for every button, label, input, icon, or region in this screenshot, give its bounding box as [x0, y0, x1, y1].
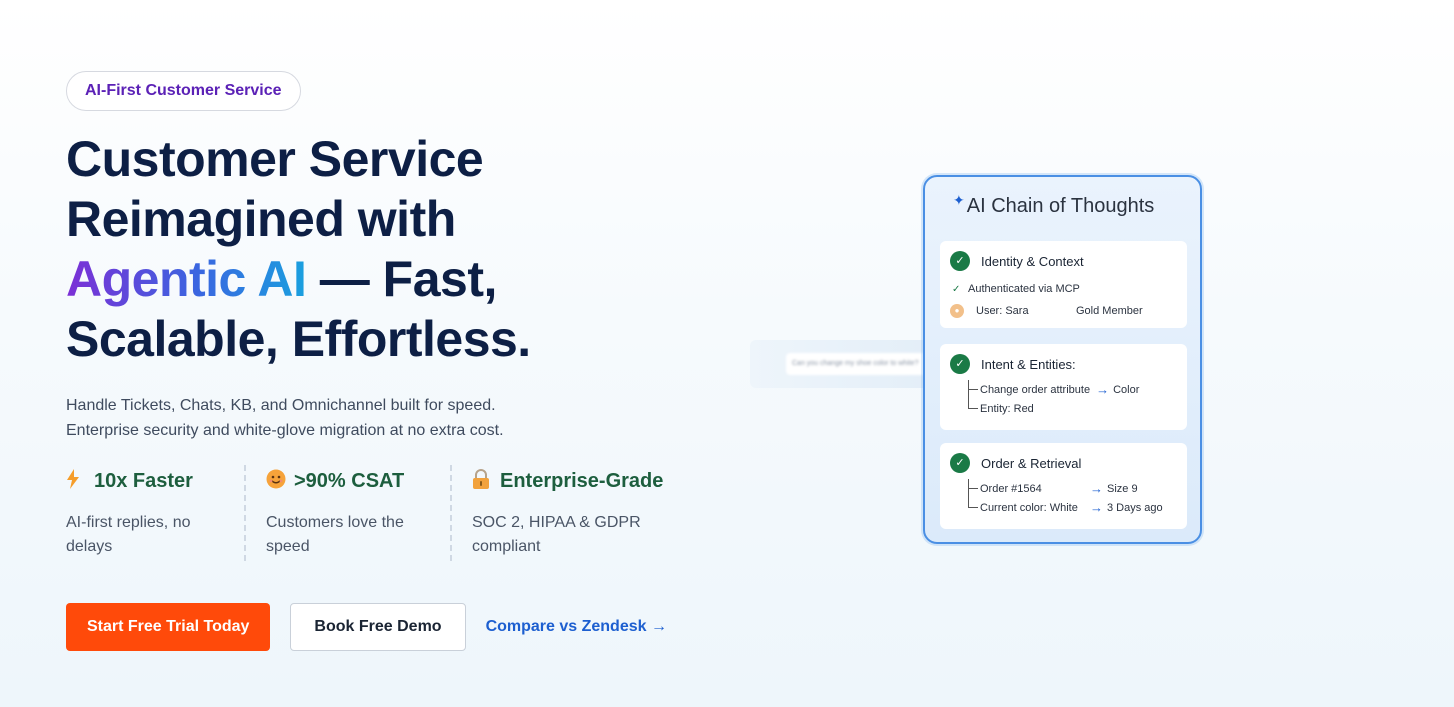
- user-tier: Gold Member: [1076, 305, 1143, 317]
- arrow-right-icon: →: [1096, 382, 1110, 397]
- headline-line-2: Reimagined with: [66, 191, 456, 247]
- section-title: Intent & Entities:: [981, 356, 1076, 372]
- headline-line-3: — Fast,: [306, 251, 498, 307]
- hero-headline: Customer Service Reimagined with Agentic…: [66, 129, 706, 369]
- subtitle-line-2: Enterprise security and white-glove migr…: [66, 422, 504, 439]
- headline-line-1: Customer Service: [66, 131, 484, 187]
- stat-title: Enterprise-Grade: [500, 469, 664, 492]
- check-circle-icon: ✓: [950, 453, 970, 473]
- section-title: Identity & Context: [981, 253, 1084, 269]
- chat-preview: Can you change my shoe color to white?: [750, 340, 946, 388]
- intent-section: ✓ Intent & Entities: Change order attrib…: [940, 344, 1187, 430]
- stat-csat: >90% CSAT Customers love the speed: [244, 465, 450, 561]
- stat-title: 10x Faster: [94, 469, 193, 492]
- smile-icon: [266, 469, 294, 494]
- stat-title: >90% CSAT: [294, 469, 405, 492]
- lock-icon: [472, 468, 500, 494]
- intent-row: Change order attribute → Color: [968, 380, 1177, 399]
- start-free-trial-button[interactable]: Start Free Trial Today: [66, 603, 271, 651]
- headline-gradient-text: Agentic AI: [66, 251, 307, 307]
- current-color: Current color: White: [980, 501, 1078, 514]
- subtitle-line-1: Handle Tickets, Chats, KB, and Omnichann…: [66, 397, 496, 414]
- card-title: ✦ AI Chain of Thoughts: [953, 192, 1155, 218]
- intent-value: Color: [1113, 383, 1140, 396]
- user-name: User: Sara: [976, 305, 1029, 317]
- cta-row: Start Free Trial Today Book Free Demo Co…: [66, 603, 706, 651]
- hero-subtitle: Handle Tickets, Chats, KB, and Omnichann…: [66, 393, 586, 443]
- order-size: Size 9: [1107, 482, 1138, 495]
- chat-message-bubble: Can you change my shoe color to white?: [786, 353, 946, 375]
- lightning-icon: [66, 468, 94, 494]
- order-number: Order #1564: [980, 482, 1042, 495]
- stat-speed: 10x Faster AI-first replies, no delays: [66, 465, 244, 561]
- intent-tree: Change order attribute → Color Entity: R…: [950, 380, 1177, 418]
- auth-text: Authenticated via MCP: [968, 283, 1080, 295]
- entity-text: Entity: Red: [980, 402, 1034, 415]
- stat-description: Customers love the speed: [266, 514, 404, 555]
- order-age: 3 Days ago: [1107, 501, 1163, 514]
- entity-row: Entity: Red: [968, 399, 1177, 418]
- stat-security: Enterprise-Grade SOC 2, HIPAA & GDPR com…: [450, 465, 690, 561]
- stat-description: SOC 2, HIPAA & GDPR compliant: [472, 514, 641, 555]
- order-row: Order #1564 → Size 9: [968, 479, 1177, 498]
- stats-row: 10x Faster AI-first replies, no delays >…: [66, 465, 706, 561]
- headline-line-4: Scalable, Effortless.: [66, 311, 531, 367]
- book-free-demo-button[interactable]: Book Free Demo: [290, 603, 466, 651]
- hero-badge: AI-First Customer Service: [66, 71, 301, 111]
- arrow-right-icon: →: [1090, 481, 1103, 496]
- check-icon: ✓: [952, 283, 961, 295]
- stat-description: AI-first replies, no delays: [66, 514, 191, 555]
- arrow-right-icon: →: [1090, 500, 1103, 515]
- user-row: ● User: Sara Gold Member: [950, 300, 1177, 322]
- hero-section: AI-First Customer Service Customer Servi…: [66, 71, 706, 651]
- user-avatar-icon: ●: [950, 304, 964, 318]
- sparkle-icon: ✦: [953, 192, 965, 208]
- check-circle-icon: ✓: [950, 251, 970, 271]
- check-circle-icon: ✓: [950, 354, 970, 374]
- intent-attribute: Change order attribute: [980, 383, 1091, 396]
- compare-zendesk-link[interactable]: Compare vs Zendesk →: [486, 618, 667, 636]
- auth-row: ✓ Authenticated via MCP: [950, 278, 1177, 300]
- card-title-text: AI Chain of Thoughts: [966, 195, 1155, 217]
- identity-section: ✓ Identity & Context ✓ Authenticated via…: [940, 241, 1187, 328]
- order-section: ✓ Order & Retrieval Order #1564 → Size 9…: [940, 443, 1187, 529]
- color-row: Current color: White → 3 Days ago: [968, 498, 1177, 517]
- order-tree: Order #1564 → Size 9 Current color: Whit…: [950, 479, 1177, 517]
- ai-chain-of-thoughts-card: ✦ AI Chain of Thoughts ✓ Identity & Cont…: [923, 175, 1202, 544]
- section-title: Order & Retrieval: [981, 455, 1082, 471]
